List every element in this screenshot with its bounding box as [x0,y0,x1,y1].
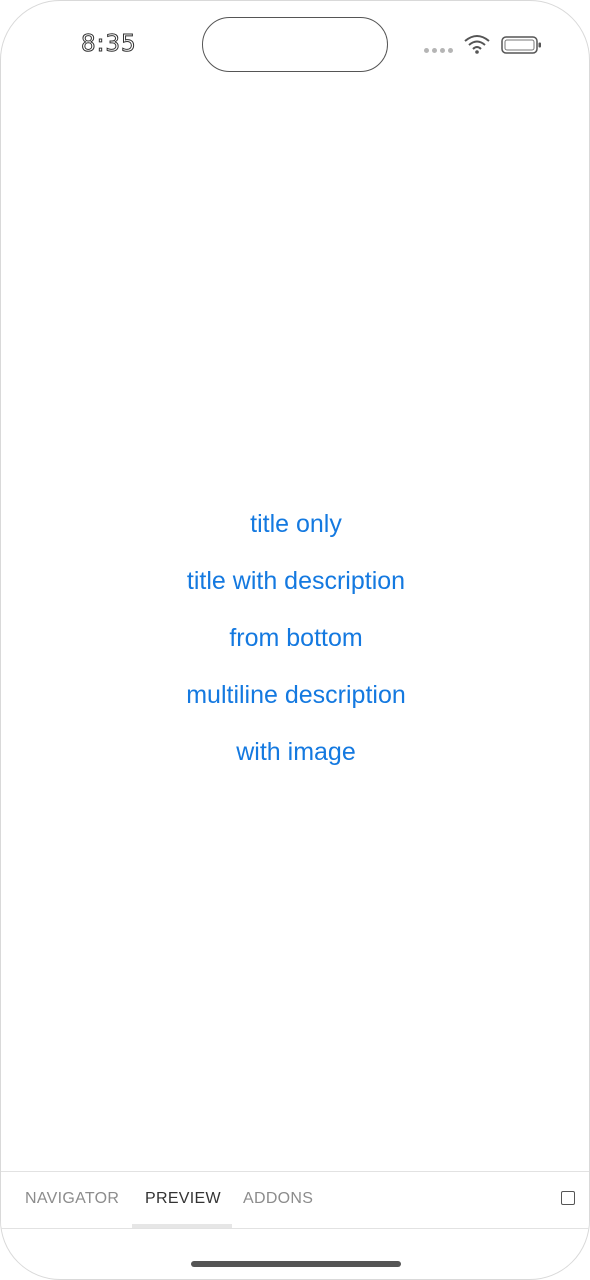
from-bottom-button[interactable]: from bottom [229,609,362,666]
multiline-description-button[interactable]: multiline description [186,666,406,723]
status-bar: 8:35 [1,1,589,91]
tab-preview[interactable]: PREVIEW [145,1172,221,1228]
with-image-button[interactable]: with image [236,723,356,780]
tab-addons[interactable]: ADDONS [243,1172,313,1228]
storybook-addon-bar: NAVIGATOR PREVIEW ADDONS [1,1171,589,1229]
battery-icon [501,36,541,54]
tab-navigator[interactable]: NAVIGATOR [25,1172,119,1228]
title-only-button[interactable]: title only [250,495,342,552]
title-with-description-button[interactable]: title with description [187,552,405,609]
cellular-signal-icon [424,48,453,53]
status-time: 8:35 [81,31,137,58]
fullscreen-toggle-icon[interactable] [561,1191,575,1205]
active-tab-indicator [132,1224,232,1228]
home-indicator[interactable] [191,1261,401,1267]
phone-screen: 8:35 title only title with description f… [0,0,590,1280]
dynamic-island [202,17,388,72]
story-menu: title only title with description from b… [1,495,589,780]
wifi-icon [464,35,490,54]
